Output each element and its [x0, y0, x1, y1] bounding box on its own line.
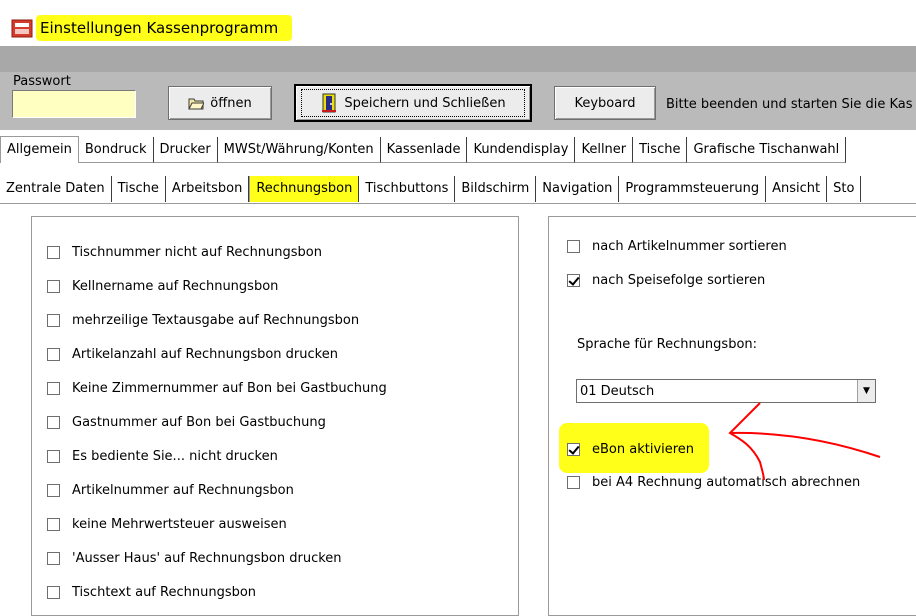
folder-icon	[188, 98, 205, 109]
sorting-options-group: nach Artikelnummer sortieren nach Speise…	[548, 216, 916, 616]
open-button-label: öffnen	[210, 95, 252, 111]
title-divider	[0, 46, 916, 72]
option-es-bediente-sie[interactable]: Es bediente Sie... nicht drucken	[47, 449, 278, 464]
checkbox[interactable]	[47, 382, 60, 395]
checkbox[interactable]	[567, 240, 580, 253]
checkbox[interactable]	[47, 586, 60, 599]
checkbox[interactable]	[47, 280, 60, 293]
language-label: Sprache für Rechnungsbon:	[577, 337, 758, 352]
option-a4-automatisch[interactable]: bei A4 Rechnung automatisch abrechnen	[567, 475, 860, 490]
option-kellnername[interactable]: Kellnername auf Rechnungsbon	[47, 279, 278, 294]
keyboard-button-label: Keyboard	[574, 95, 636, 111]
password-input[interactable]	[12, 90, 136, 118]
tab-navigation[interactable]: Navigation	[536, 176, 620, 202]
option-keine-mwst[interactable]: keine Mehrwertsteuer ausweisen	[47, 517, 287, 532]
toolbar: Passwort öffnen Speichern und Schließen …	[0, 72, 916, 130]
title-bar: Einstellungen Kassenprogramm	[0, 0, 916, 46]
tab-zentrale-daten[interactable]: Zentrale Daten	[0, 176, 112, 202]
tab-bondruck[interactable]: Bondruck	[78, 137, 154, 163]
checkbox[interactable]	[567, 476, 580, 489]
option-sort-speisefolge[interactable]: nach Speisefolge sortieren	[567, 273, 765, 288]
save-and-close-button[interactable]: Speichern und Schließen	[294, 84, 532, 122]
option-tischnummer[interactable]: Tischnummer nicht auf Rechnungsbon	[47, 245, 322, 260]
save-button-focus: Speichern und Schließen	[301, 89, 525, 117]
tab-tische[interactable]: Tische	[633, 137, 688, 163]
option-artikelanzahl[interactable]: Artikelanzahl auf Rechnungsbon drucken	[47, 347, 338, 362]
tab-tische-sub[interactable]: Tische	[112, 176, 166, 202]
option-mehrzeilig[interactable]: mehrzeilige Textausgabe auf Rechnungsbon	[47, 313, 359, 328]
checkbox[interactable]	[47, 552, 60, 565]
primary-tab-bar: Allgemein Bondruck Drucker MWSt/Währung/Kon…	[0, 136, 916, 176]
checkbox[interactable]	[47, 246, 60, 259]
tab-arbeitsbon[interactable]: Arbeitsbon	[166, 176, 250, 202]
tab-tischbuttons[interactable]: Tischbuttons	[359, 176, 456, 202]
option-keine-zimmernummer[interactable]: Keine Zimmernummer auf Bon bei Gastbuchu…	[47, 381, 387, 396]
tab-drucker[interactable]: Drucker	[153, 137, 218, 163]
option-gastnummer[interactable]: Gastnummer auf Bon bei Gastbuchung	[47, 415, 326, 430]
save-button-label: Speichern und Schließen	[344, 95, 506, 111]
checkbox[interactable]	[47, 484, 60, 497]
restart-info-text: Bitte beenden und starten Sie die Kas	[666, 97, 913, 112]
window-title: Einstellungen Kassenprogramm	[36, 15, 293, 41]
dropdown-arrow-icon[interactable]: ▼	[857, 380, 875, 402]
tab-kellner[interactable]: Kellner	[575, 137, 634, 163]
option-ebon-aktivieren[interactable]: eBon aktivieren	[567, 442, 694, 457]
option-sort-artikelnummer[interactable]: nach Artikelnummer sortieren	[567, 239, 787, 254]
language-value: 01 Deutsch	[580, 383, 655, 399]
tab-content: Tischnummer nicht auf Rechnungsbon Kelln…	[0, 204, 916, 616]
checkbox[interactable]	[47, 416, 60, 429]
app-icon	[11, 19, 33, 38]
tab-bildschirm[interactable]: Bildschirm	[455, 176, 537, 202]
tab-allgemein[interactable]: Allgemein	[0, 136, 79, 163]
option-tischtext[interactable]: Tischtext auf Rechnungsbon	[47, 585, 256, 600]
tab-kundendisplay[interactable]: Kundendisplay	[467, 137, 576, 163]
checkbox-checked[interactable]	[567, 443, 580, 456]
door-exit-icon	[322, 93, 337, 113]
checkbox[interactable]	[47, 450, 60, 463]
open-button[interactable]: öffnen	[168, 86, 272, 120]
option-artikelnummer[interactable]: Artikelnummer auf Rechnungsbon	[47, 483, 294, 498]
checkbox[interactable]	[47, 348, 60, 361]
option-ausser-haus[interactable]: 'Ausser Haus' auf Rechnungsbon drucken	[47, 551, 342, 566]
secondary-tab-bar: Zentrale Daten Tische Arbeitsbon Rechnungsb…	[0, 176, 916, 204]
tab-rechnungsbon[interactable]: Rechnungsbon	[249, 176, 360, 202]
password-label: Passwort	[13, 74, 71, 89]
tab-sto[interactable]: Sto	[827, 176, 862, 202]
checkbox[interactable]	[47, 518, 60, 531]
checkbox-checked[interactable]	[567, 274, 580, 287]
receipt-options-group: Tischnummer nicht auf Rechnungsbon Kelln…	[31, 216, 519, 616]
tab-mwst[interactable]: MWSt/Währung/Konten	[217, 137, 381, 163]
keyboard-button[interactable]: Keyboard	[554, 86, 656, 120]
checkbox[interactable]	[47, 314, 60, 327]
tab-kassenlade[interactable]: Kassenlade	[380, 137, 468, 163]
tab-programmsteuerung[interactable]: Programmsteuerung	[619, 176, 767, 202]
language-select[interactable]: 01 Deutsch ▼	[576, 379, 876, 403]
tab-ansicht[interactable]: Ansicht	[766, 176, 828, 202]
tab-grafische-tischanwahl[interactable]: Grafische Tischanwahl	[687, 137, 847, 163]
